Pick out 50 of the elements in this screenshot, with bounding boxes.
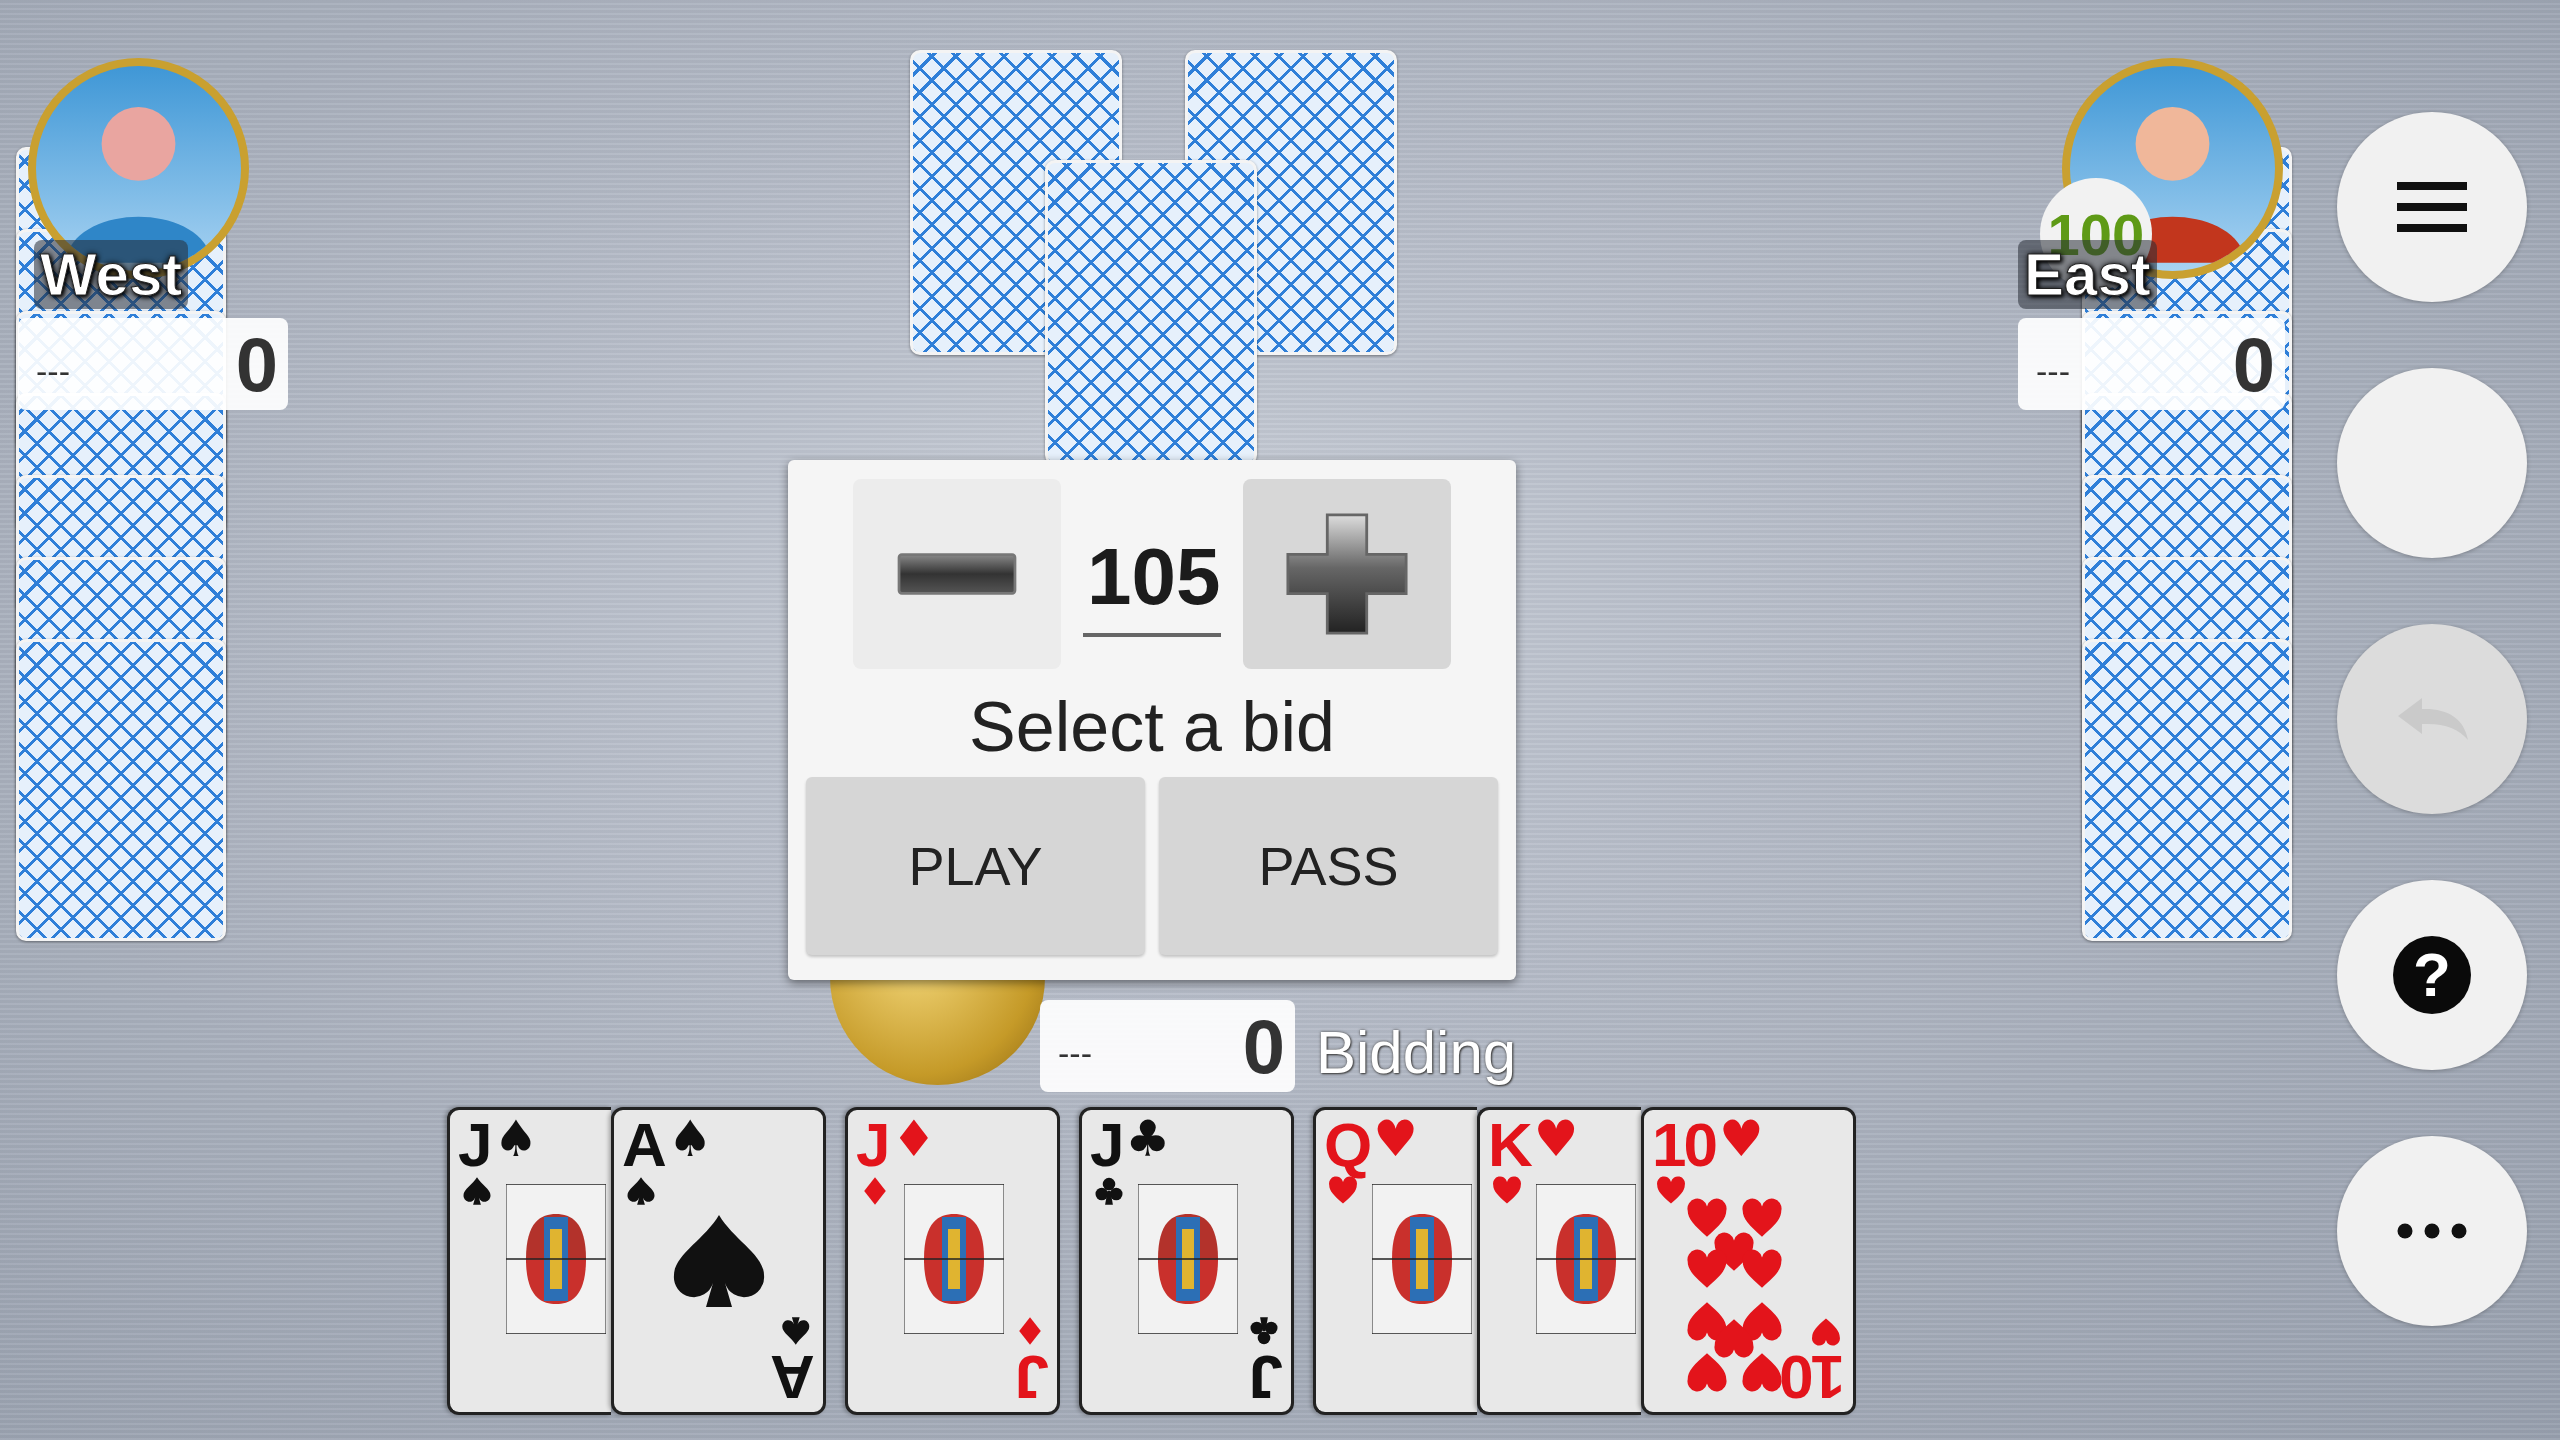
card-rank: 10 [1652,1114,1715,1176]
dialog-button[interactable]: PLAY [806,777,1145,955]
playing-card[interactable]: A♠ A [611,1107,826,1415]
card-rank: 10 [1782,1343,1845,1412]
minus-icon [896,551,1018,597]
heart-icon [1811,1316,1841,1346]
spade-icon [626,1176,656,1206]
score-text: 0 [2232,320,2275,408]
increase-button[interactable] [1243,479,1451,669]
card-suit: ♠ [493,1114,539,1164]
card-suit: ♥ [1533,1114,1579,1164]
heart-icon [1492,1176,1522,1206]
score-text: 0 [1242,1002,1285,1090]
bid-text: --- [2036,351,2070,391]
spade-icon [781,1316,811,1346]
card-suit: ♦ [891,1114,937,1164]
bid-text: --- [1058,1033,1092,1073]
spade-icon [462,1176,492,1206]
playing-card[interactable]: J♦ J [845,1107,1060,1415]
status-text: Bidding [1316,1018,1517,1087]
playing-card[interactable]: 10♥ 10 [1641,1107,1856,1415]
card-rank: J [1251,1343,1283,1412]
playing-card[interactable]: Q♥ [1313,1107,1477,1415]
card-rank: J [856,1114,888,1176]
decrease-button[interactable] [853,479,1061,669]
card-suit: ♠ [667,1114,713,1164]
card-suit: ♥ [1373,1114,1419,1164]
menu-icon [2397,182,2467,232]
card-rank: J [458,1114,490,1176]
score-text: 0 [235,320,278,408]
bid-value-field[interactable]: 105 [1083,531,1221,637]
card-rank: J [1017,1343,1049,1412]
playing-card[interactable]: J♠ [447,1107,611,1415]
dialog-prompt: Select a bid [969,687,1335,767]
club-icon [1249,1316,1279,1346]
more-icon [2397,1223,2467,1239]
card-rank: K [1488,1114,1530,1176]
help-button[interactable]: ? [2337,880,2527,1070]
card-rank: A [773,1343,815,1412]
playing-card[interactable]: K♥ [1477,1107,1641,1415]
card-suit: ♥ [1718,1114,1764,1164]
help-icon: ? [2393,936,2471,1014]
bid-text: --- [36,351,70,391]
plus-icon [1286,513,1408,635]
club-icon [1094,1176,1124,1206]
card-suit: ♣ [1125,1114,1171,1164]
playing-card[interactable]: J♣ J [1079,1107,1294,1415]
card-rank: J [1090,1114,1122,1176]
card-rank: A [622,1114,664,1176]
dialog-button[interactable]: PASS [1159,777,1498,955]
